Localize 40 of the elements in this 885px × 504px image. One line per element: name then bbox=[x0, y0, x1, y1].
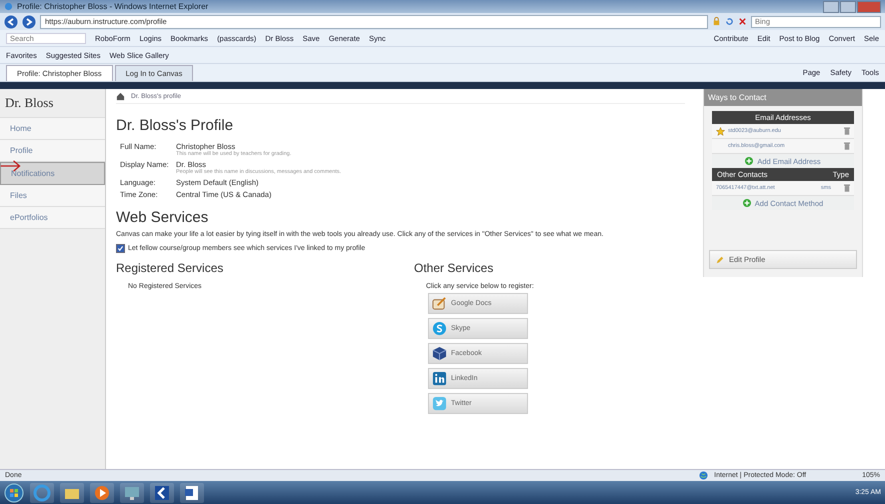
close-icon[interactable] bbox=[738, 17, 747, 26]
cube-icon bbox=[432, 346, 447, 361]
sidebar-item[interactable]: Files bbox=[0, 185, 105, 207]
document-icon[interactable] bbox=[180, 482, 204, 502]
star-icon[interactable] bbox=[716, 126, 725, 136]
maximize-button[interactable] bbox=[840, 0, 856, 12]
pencil-icon bbox=[716, 256, 724, 264]
plus-icon bbox=[742, 199, 751, 207]
arrow-icon bbox=[0, 160, 22, 172]
linkedin-icon bbox=[432, 371, 447, 386]
window-title: Profile: Christopher Bloss - Windows Internet Explorer bbox=[17, 2, 208, 11]
sidebar-item[interactable]: Profile bbox=[0, 140, 105, 162]
browser-icon[interactable] bbox=[30, 482, 54, 502]
section-title: Other Services bbox=[414, 261, 494, 275]
minimize-button[interactable] bbox=[823, 0, 839, 12]
pencil-paper-icon bbox=[432, 296, 447, 311]
back-icon[interactable] bbox=[4, 14, 18, 28]
refresh-icon[interactable] bbox=[725, 17, 734, 26]
skype-icon bbox=[432, 321, 447, 336]
plus-icon bbox=[745, 157, 754, 165]
trash-icon[interactable] bbox=[844, 142, 850, 150]
section-title: Web Services bbox=[116, 209, 210, 226]
monitor-icon[interactable] bbox=[120, 482, 144, 502]
panel-title: Ways to Contact bbox=[704, 89, 862, 106]
section-title: Registered Services bbox=[116, 261, 224, 275]
globe-icon bbox=[699, 471, 708, 480]
profile-title: Dr. Bloss's Profile bbox=[116, 117, 234, 134]
sidebar-item[interactable]: Home bbox=[0, 118, 105, 140]
home-icon[interactable] bbox=[116, 92, 125, 100]
play-icon[interactable] bbox=[90, 482, 114, 502]
checkbox[interactable] bbox=[116, 244, 125, 253]
trash-icon[interactable] bbox=[844, 127, 850, 135]
forward-icon[interactable] bbox=[22, 14, 36, 28]
sidebar-item[interactable]: ePortfolios bbox=[0, 207, 105, 229]
trash-icon[interactable] bbox=[844, 184, 850, 192]
browser-icon bbox=[4, 2, 13, 11]
start-button[interactable] bbox=[4, 482, 24, 502]
folder-icon[interactable] bbox=[60, 482, 84, 502]
bird-icon bbox=[432, 396, 447, 411]
lock-icon bbox=[712, 17, 721, 26]
